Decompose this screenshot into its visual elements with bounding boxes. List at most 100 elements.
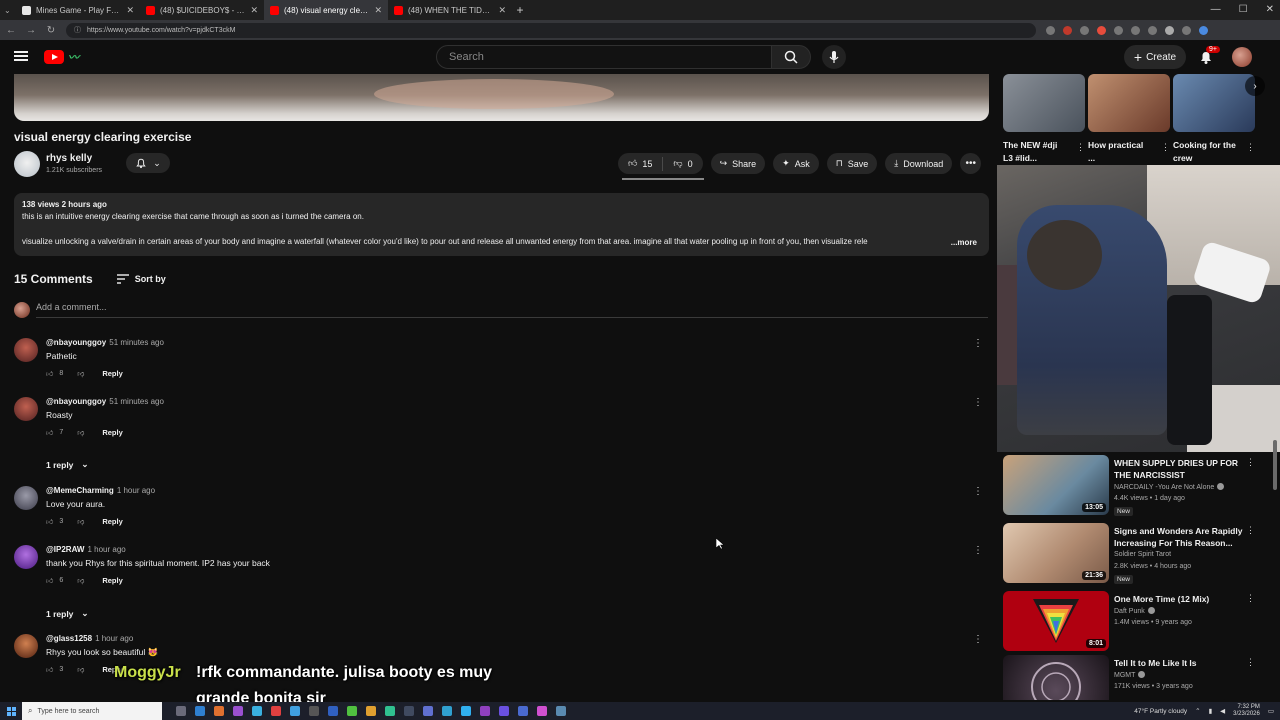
extension-icon[interactable] xyxy=(1046,25,1055,35)
scrollbar-thumb[interactable] xyxy=(1273,440,1277,490)
video-thumbnail[interactable]: 13:05 xyxy=(1003,455,1109,515)
view-replies-button[interactable]: 1 reply ⌄ xyxy=(46,459,89,470)
chevron-right-icon[interactable]: › xyxy=(1245,76,1265,96)
shelf-title[interactable]: The NEW #dji L3 #lid... xyxy=(1003,139,1067,165)
taskbar-app-icon[interactable] xyxy=(385,706,395,716)
reply-button[interactable]: Reply xyxy=(102,517,122,526)
comment-time[interactable]: 1 hour ago xyxy=(87,545,125,554)
download-button[interactable]: ⤓ Download xyxy=(885,153,953,174)
comment-author[interactable]: @MemeCharming 1 hour ago xyxy=(46,486,155,495)
taskbar-app-icon[interactable] xyxy=(423,706,433,716)
commenter-avatar[interactable] xyxy=(14,338,38,362)
browser-tab[interactable]: (48) $UICIDEBOY$ - MATTE BLACK ✕ xyxy=(140,0,264,20)
menu-icon[interactable] xyxy=(14,49,28,63)
comment-time[interactable]: 1 hour ago xyxy=(117,486,155,495)
browser-tab-menu[interactable]: ⌄ xyxy=(0,0,16,20)
video-thumbnail[interactable]: 8:01 xyxy=(1003,591,1109,651)
new-tab-button[interactable]: + xyxy=(512,3,528,17)
commenter-avatar[interactable] xyxy=(14,545,38,569)
taskbar-app-icon[interactable] xyxy=(461,706,471,716)
comment-menu-icon[interactable]: ⋮ xyxy=(973,338,983,349)
add-comment-input[interactable]: Add a comment... xyxy=(36,302,988,318)
video-thumbnail[interactable] xyxy=(1003,655,1109,700)
like-button[interactable]: 👍︎ 15 xyxy=(618,158,662,169)
browser-tab-active[interactable]: (48) visual energy clearing ex ✕ xyxy=(264,0,388,20)
taskbar-app-icon[interactable] xyxy=(290,706,300,716)
video-player[interactable] xyxy=(14,74,989,121)
extension-icon[interactable] xyxy=(1148,25,1157,35)
taskbar-app-icon[interactable] xyxy=(442,706,452,716)
back-icon[interactable]: ← xyxy=(6,25,16,36)
recommended-video[interactable]: 21:36 Signs and Wonders Are Rapidly Incr… xyxy=(1003,523,1275,584)
comment-menu-icon[interactable]: ⋮ xyxy=(973,486,983,497)
recommended-video[interactable]: 8:01 One More Time (12 Mix) Daft Punk 1.… xyxy=(1003,591,1275,651)
site-info-icon[interactable]: ⓘ xyxy=(74,25,81,35)
shelf-menu-icon[interactable]: ⋮ xyxy=(1161,142,1170,153)
taskbar-app-icon[interactable] xyxy=(518,706,528,716)
comment-author[interactable]: @nbayounggoy 51 minutes ago xyxy=(46,338,164,347)
thumbs-up-icon[interactable]: 👍︎ xyxy=(46,369,53,378)
reply-button[interactable]: Reply xyxy=(102,369,122,378)
recommended-video[interactable]: 13:05 WHEN SUPPLY DRIES UP FOR THE NARCI… xyxy=(1003,455,1275,516)
browser-tab[interactable]: (48) WHEN THE TIDES TURN AGA ✕ xyxy=(388,0,512,20)
show-more-link[interactable]: ...more xyxy=(947,237,977,249)
shelf-card[interactable]: How practical ... ⋮ xyxy=(1088,74,1170,165)
commenter-avatar[interactable] xyxy=(14,634,38,658)
channel-name[interactable]: MGMT xyxy=(1114,671,1146,679)
recommended-video[interactable]: Tell It to Me Like It Is MGMT 171K views… xyxy=(1003,655,1275,700)
maximize-icon[interactable]: ☐ xyxy=(1239,4,1248,15)
taskbar-app-icon[interactable] xyxy=(309,706,319,716)
channel-name[interactable]: NARCDAILY -You Are Not Alone xyxy=(1114,483,1225,491)
close-tab-icon[interactable]: ✕ xyxy=(374,5,382,16)
shelf-card[interactable]: Cooking for the crew ⋮ xyxy=(1173,74,1255,165)
close-tab-icon[interactable]: ✕ xyxy=(250,5,258,16)
extension-icon[interactable] xyxy=(1097,25,1106,35)
browser-tab[interactable]: Mines Game - Play Free Social Ca ✕ xyxy=(16,0,140,20)
close-tab-icon[interactable]: ✕ xyxy=(126,5,134,16)
account-avatar[interactable] xyxy=(1232,47,1252,67)
video-menu-icon[interactable]: ⋮ xyxy=(1246,457,1255,468)
video-menu-icon[interactable]: ⋮ xyxy=(1246,593,1255,604)
taskbar-app-icon[interactable] xyxy=(195,706,205,716)
browser-menu-icon[interactable] xyxy=(1182,25,1191,35)
reply-button[interactable]: Reply xyxy=(102,428,122,437)
thumbs-up-icon[interactable]: 👍︎ xyxy=(46,576,53,585)
taskbar-clock[interactable]: 7:32 PM 3/23/2026 xyxy=(1233,704,1260,718)
taskbar-app-icon[interactable] xyxy=(480,706,490,716)
taskbar-app-icon[interactable] xyxy=(252,706,262,716)
channel-name[interactable]: Soldier Spirit Tarot xyxy=(1114,551,1171,558)
profile-icon[interactable] xyxy=(1165,25,1174,35)
taskbar-app-icon[interactable] xyxy=(499,706,509,716)
create-button[interactable]: + Create xyxy=(1124,45,1186,69)
shelf-title[interactable]: How practical ... xyxy=(1088,139,1152,165)
youtube-logo[interactable]: 〰 xyxy=(44,48,102,66)
view-replies-button[interactable]: 1 reply ⌄ xyxy=(46,608,89,619)
more-actions-icon[interactable]: ••• xyxy=(960,153,982,174)
forward-icon[interactable]: → xyxy=(26,25,36,36)
close-window-icon[interactable]: ✕ xyxy=(1266,4,1274,15)
comment-time[interactable]: 51 minutes ago xyxy=(109,397,164,406)
comment-author[interactable]: @IP2RAW 1 hour ago xyxy=(46,545,126,554)
thumbs-down-icon[interactable]: 👎︎ xyxy=(77,369,84,378)
dislike-button[interactable]: 👎︎ 0 xyxy=(663,158,702,169)
weather-widget[interactable]: 47°F Partly cloudy xyxy=(1134,708,1187,715)
search-button[interactable] xyxy=(771,45,811,69)
channel-name[interactable]: Daft Punk xyxy=(1114,607,1155,615)
share-button[interactable]: ↪ Share xyxy=(710,153,766,174)
shelf-card[interactable]: The NEW #dji L3 #lid... ⋮ xyxy=(1003,74,1085,165)
copilot-icon[interactable] xyxy=(1199,25,1208,35)
commenter-avatar[interactable] xyxy=(14,397,38,421)
network-icon[interactable]: ▮ xyxy=(1209,707,1213,715)
taskbar-app-icon[interactable] xyxy=(271,706,281,716)
taskbar-app-icon[interactable] xyxy=(214,706,224,716)
comment-menu-icon[interactable]: ⋮ xyxy=(973,397,983,408)
tray-chevron-icon[interactable]: ⌃ xyxy=(1195,707,1200,715)
video-thumbnail[interactable]: 21:36 xyxy=(1003,523,1109,583)
taskbar-app-icon[interactable] xyxy=(404,706,414,716)
ask-button[interactable]: ✦ Ask xyxy=(773,153,819,174)
shelf-thumbnail[interactable] xyxy=(1003,74,1085,132)
shelf-menu-icon[interactable]: ⋮ xyxy=(1246,142,1255,153)
taskbar-app-icon[interactable] xyxy=(556,706,566,716)
taskbar-app-icon[interactable] xyxy=(328,706,338,716)
thumbs-up-icon[interactable]: 👍︎ xyxy=(46,517,53,526)
